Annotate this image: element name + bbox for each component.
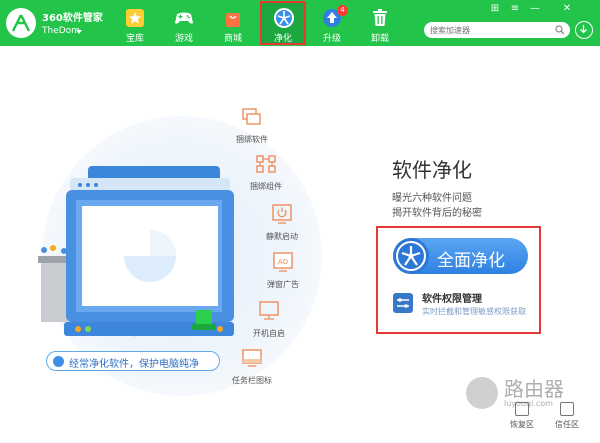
nav-label: 卸载 [370, 34, 389, 44]
feature-label: 静默启动 [266, 232, 298, 241]
feature-label: 任务栏图标 [232, 376, 272, 385]
popup-ad-badge-text: AD [278, 258, 288, 266]
popup-ad-icon: AD [273, 252, 293, 272]
fan-icon [396, 241, 426, 271]
page-title: 软件净化 [392, 158, 472, 182]
trust-icon [560, 402, 574, 416]
cleanup-illustration [38, 166, 234, 337]
tip-banner: 经常净化软件，保护电脑纯净 [46, 351, 220, 371]
top-bar: 360软件管家 TheDom 宝库 游戏 商城 净化 4 升级 卸载 ⊞ ≡ —… [0, 0, 600, 46]
nav-item-uninstall[interactable]: 卸载 [358, 2, 402, 44]
restore-label: 恢复区 [510, 420, 534, 429]
update-count-badge: 4 [337, 5, 348, 16]
search-box [424, 22, 570, 38]
cleanup-action-box: 全面净化 软件权限管理 实时拦截和管理敏感权限获取 [376, 226, 541, 334]
trust-zone-button[interactable]: 信任区 [550, 402, 584, 430]
watermark-title: 路由器 [504, 377, 564, 401]
tip-text: 经常净化软件，保护电脑纯净 [69, 359, 199, 370]
trash-icon [373, 9, 387, 26]
feature-silent-startup: 静默启动 [252, 204, 312, 242]
nav-item-store[interactable]: 商城 [211, 2, 255, 44]
app-logo [6, 8, 36, 38]
close-button[interactable]: ✕ [560, 3, 574, 15]
feature-label: 弹窗广告 [267, 280, 299, 289]
feature-label: 开机自启 [253, 329, 285, 338]
leaf-icon [53, 356, 64, 367]
logo-icon [11, 14, 31, 32]
app-title: 360软件管家 [42, 13, 103, 24]
nav-label: 净化 [273, 34, 292, 44]
search-icon[interactable] [555, 25, 565, 35]
router-watermark-icon [466, 377, 498, 409]
download-manager-button[interactable] [575, 21, 593, 39]
description-line-1: 曝光六种软件问题 [392, 193, 472, 204]
shopping-bag-icon [226, 13, 240, 27]
silent-startup-icon [272, 204, 292, 224]
taskbar-icon [242, 349, 262, 367]
nav-item-cleanup[interactable]: 净化 [260, 1, 306, 45]
trust-label: 信任区 [555, 420, 579, 429]
feature-label: 捆绑软件 [236, 135, 268, 144]
full-cleanup-button[interactable]: 全面净化 [393, 238, 528, 274]
feature-autostart: 开机自启 [239, 301, 299, 339]
nav-item-games[interactable]: 游戏 [162, 2, 206, 44]
bundled-software-icon [242, 108, 261, 125]
nav-label: 宝库 [125, 34, 144, 44]
nav-item-treasury[interactable]: 宝库 [113, 2, 157, 44]
menu-button[interactable]: ≡ [508, 3, 522, 15]
download-arrow-icon [580, 25, 587, 34]
star-icon [126, 9, 144, 27]
description-line-2: 揭开软件背后的秘密 [392, 208, 482, 219]
minimize-button[interactable]: — [528, 3, 542, 15]
restore-icon [515, 402, 529, 416]
main-content: 捆绑软件 捆绑组件 静默启动 AD 弹窗广告 开机自启 任务栏图标 经常净化软件… [0, 46, 600, 443]
fan-icon [274, 8, 294, 28]
permission-management-desc: 实时拦截和管理敏感权限获取 [422, 307, 526, 316]
feature-bundled-software: 捆绑软件 [222, 107, 282, 145]
nav-label: 游戏 [174, 34, 193, 44]
feature-bundled-component: 捆绑组件 [236, 154, 296, 192]
feature-label: 捆绑组件 [250, 182, 282, 191]
nav-label: 升级 [322, 34, 341, 44]
permission-management-title: 软件权限管理 [422, 294, 482, 305]
gamepad-icon [175, 12, 193, 24]
nav-item-upgrade[interactable]: 4 升级 [310, 2, 354, 44]
permission-management-link[interactable]: 软件权限管理 实时拦截和管理敏感权限获取 [393, 290, 533, 320]
feature-taskbar-icon: 任务栏图标 [222, 348, 282, 386]
autostart-icon [259, 301, 279, 320]
restore-zone-button[interactable]: 恢复区 [505, 402, 539, 430]
permission-settings-icon [393, 293, 413, 313]
nav-label: 商城 [223, 34, 242, 44]
user-dropdown-caret-icon[interactable] [76, 30, 82, 34]
fan-ring [393, 238, 429, 274]
bundled-component-icon [256, 155, 276, 173]
user-name[interactable]: TheDom [42, 26, 80, 36]
search-input[interactable] [430, 23, 548, 37]
full-cleanup-label: 全面净化 [437, 251, 505, 271]
feature-popup-ad: AD 弹窗广告 [253, 252, 313, 290]
skin-button[interactable]: ⊞ [488, 3, 502, 15]
